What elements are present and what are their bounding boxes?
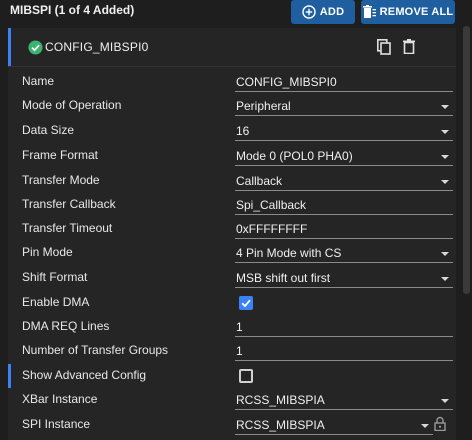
field-xbar-instance: XBar Instance RCSS_MIBSPIA — [8, 388, 456, 412]
field-dma-req-lines: DMA REQ Lines 1 — [8, 315, 456, 339]
field-data-size: Data Size 16 — [8, 119, 456, 143]
instance-header[interactable]: CONFIG_MIBSPI0 — [8, 28, 456, 66]
field-label: Transfer Timeout — [22, 221, 113, 235]
pin-mode-select[interactable]: 4 Pin Mode with CS — [235, 243, 453, 263]
field-label: Show Advanced Config — [22, 368, 147, 382]
field-show-advanced-config: Show Advanced Config — [8, 364, 456, 388]
field-label: Name — [22, 74, 55, 88]
transfer-callback-input[interactable]: Spi_Callback — [235, 195, 453, 215]
show-advanced-config-checkbox[interactable] — [239, 369, 253, 383]
field-label: Transfer Callback — [22, 197, 116, 211]
frame-format-select[interactable]: Mode 0 (POL0 PHA0) — [235, 146, 453, 166]
trash-icon[interactable] — [403, 39, 415, 54]
field-transfer-callback: Transfer Callback Spi_Callback — [8, 193, 456, 217]
field-label: DMA REQ Lines — [22, 319, 110, 333]
number-of-transfer-groups-input[interactable]: 1 — [235, 341, 453, 361]
field-label: Number of Transfer Groups — [22, 343, 169, 357]
field-label: Transfer Mode — [22, 173, 100, 187]
shift-format-select[interactable]: MSB shift out first — [235, 268, 453, 288]
add-button-label: ADD — [319, 6, 345, 18]
field-transfer-timeout: Transfer Timeout 0xFFFFFFFF — [8, 217, 456, 241]
add-circle-icon — [302, 5, 316, 19]
divider — [8, 66, 456, 67]
field-label: Data Size — [22, 123, 75, 137]
field-enable-dma: Enable DMA — [8, 291, 456, 315]
field-number-of-transfer-groups: Number of Transfer Groups 1 — [8, 339, 456, 363]
field-label: Mode of Operation — [22, 98, 122, 112]
enable-dma-checkbox[interactable] — [239, 296, 253, 310]
field-label: Shift Format — [22, 270, 88, 284]
module-header: MIBSPI (1 of 4 Added) ADD REMOVE ALL — [0, 0, 472, 24]
xbar-instance-select[interactable]: RCSS_MIBSPIA — [235, 390, 453, 410]
remove-all-button[interactable]: REMOVE ALL — [361, 0, 455, 24]
field-pin-mode: Pin Mode 4 Pin Mode with CS — [8, 241, 456, 265]
checkbox-checked-icon — [241, 299, 251, 308]
instance-name: CONFIG_MIBSPI0 — [45, 40, 149, 54]
field-spi-instance: SPI Instance RCSS_MIBSPIA — [8, 413, 456, 437]
module-title: MIBSPI (1 of 4 Added) — [10, 3, 135, 17]
field-label: Frame Format — [22, 148, 99, 162]
data-size-select[interactable]: 16 — [235, 121, 453, 141]
transfer-timeout-input[interactable]: 0xFFFFFFFF — [235, 219, 453, 239]
remove-all-button-label: REMOVE ALL — [379, 6, 454, 18]
field-label: Pin Mode — [22, 245, 73, 259]
field-frame-format: Frame Format Mode 0 (POL0 PHA0) — [8, 144, 456, 168]
mode-of-operation-select[interactable]: Peripheral — [235, 96, 453, 116]
field-label: XBar Instance — [22, 392, 98, 406]
field-shift-format: Shift Format MSB shift out first — [8, 266, 456, 290]
field-label: Enable DMA — [22, 295, 90, 309]
vertical-scrollbar[interactable] — [463, 26, 470, 294]
field-mode-of-operation: Mode of Operation Peripheral — [8, 94, 456, 118]
spi-instance-select[interactable]: RCSS_MIBSPIA — [235, 415, 433, 435]
add-button[interactable]: ADD — [291, 0, 355, 24]
field-transfer-mode: Transfer Mode Callback — [8, 169, 456, 193]
remove-all-icon — [362, 5, 376, 18]
lock-icon[interactable] — [434, 416, 446, 431]
name-input[interactable]: CONFIG_MIBSPI0 — [235, 72, 453, 92]
config-panel: CONFIG_MIBSPI0 Name CONFIG_MIBSPI0 Mode … — [8, 28, 456, 440]
dma-req-lines-input[interactable]: 1 — [235, 317, 453, 337]
copy-icon[interactable] — [377, 39, 391, 55]
field-label: SPI Instance — [22, 417, 91, 431]
transfer-mode-select[interactable]: Callback — [235, 171, 453, 191]
check-circle-icon — [28, 39, 43, 55]
field-name: Name CONFIG_MIBSPI0 — [8, 70, 456, 94]
